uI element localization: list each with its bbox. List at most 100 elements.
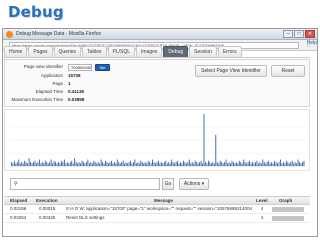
chart-bar[interactable]	[58, 162, 59, 166]
close-button[interactable]: ✕	[305, 30, 315, 38]
chart-bar[interactable]	[147, 160, 149, 166]
chart-bar[interactable]	[30, 162, 31, 166]
chart-bar[interactable]	[187, 162, 189, 166]
chart-bar[interactable]	[202, 163, 203, 166]
chart-bar[interactable]	[297, 159, 299, 167]
chart-bar[interactable]	[182, 160, 184, 166]
chart-bar[interactable]	[252, 162, 253, 166]
chart-bar[interactable]	[184, 162, 186, 166]
chart-bar[interactable]	[225, 159, 227, 167]
chart-bar[interactable]	[22, 163, 24, 166]
chart-bar[interactable]	[213, 163, 215, 166]
chart-bar[interactable]	[94, 162, 96, 166]
chart-bar[interactable]	[77, 163, 79, 166]
chart-bar[interactable]	[237, 163, 239, 166]
chart-bar[interactable]	[162, 163, 164, 166]
chart-bar[interactable]	[272, 163, 274, 166]
chart-bar[interactable]	[275, 162, 277, 166]
chart-bar[interactable]	[240, 162, 242, 166]
chart-bar[interactable]	[50, 159, 52, 167]
chart-bar[interactable]	[285, 160, 287, 166]
chart-bar[interactable]	[277, 163, 278, 166]
chart-bar[interactable]	[299, 162, 300, 166]
chart-bar[interactable]	[247, 162, 249, 166]
chart-bar[interactable]	[215, 134, 217, 166]
chart-bar[interactable]	[127, 163, 129, 166]
chart-bar[interactable]	[178, 163, 180, 166]
chart-bar[interactable]	[177, 160, 178, 166]
chart-bar[interactable]	[112, 163, 114, 166]
chart-bar[interactable]	[269, 163, 271, 166]
chart-bar[interactable]	[159, 163, 161, 166]
reset-button[interactable]: Reset	[271, 65, 305, 77]
chart-bar[interactable]	[302, 162, 303, 166]
chart-bar[interactable]	[15, 163, 17, 166]
chart-bar[interactable]	[303, 160, 305, 166]
chart-bar[interactable]	[180, 162, 181, 166]
chart-bar[interactable]	[41, 162, 43, 166]
chart-bar[interactable]	[260, 163, 262, 166]
chart-bar[interactable]	[31, 163, 33, 166]
chart-bar[interactable]	[218, 163, 220, 166]
chart-bar[interactable]	[153, 162, 155, 166]
chart-bar[interactable]	[253, 163, 255, 166]
chart-bar[interactable]	[234, 163, 236, 166]
select-page-view-button[interactable]: Select Page View Identifier	[195, 65, 267, 77]
chart-bar[interactable]	[119, 163, 121, 166]
chart-bar[interactable]	[125, 162, 127, 166]
chart-bar[interactable]	[12, 163, 14, 166]
chart-bar[interactable]	[25, 162, 27, 166]
chart-bar[interactable]	[287, 162, 289, 166]
chart-bar[interactable]	[219, 160, 221, 166]
chart-bar[interactable]	[60, 160, 62, 166]
actions-menu-button[interactable]: Actions ▾	[179, 178, 209, 190]
chart-bar[interactable]	[263, 162, 265, 166]
chart-bar[interactable]	[144, 162, 146, 166]
chart-bar[interactable]	[27, 163, 29, 166]
chart-bar[interactable]	[196, 162, 198, 166]
chart-bar[interactable]	[109, 162, 111, 166]
chart-bar[interactable]	[193, 163, 195, 166]
chart-bar[interactable]	[130, 160, 131, 166]
chart-bar[interactable]	[271, 162, 273, 166]
chart-bar[interactable]	[190, 163, 192, 166]
tab-debug[interactable]: Debug	[163, 46, 189, 57]
page-view-input[interactable]: 700892940	[68, 64, 92, 71]
tab-queries[interactable]: Queries	[53, 46, 82, 57]
chart-bar[interactable]	[21, 162, 23, 166]
chart-bar[interactable]	[222, 163, 224, 166]
chart-bar[interactable]	[75, 162, 77, 166]
chart-bar[interactable]	[69, 162, 71, 166]
chart-bar[interactable]	[257, 163, 259, 166]
chart-bar[interactable]	[116, 159, 118, 167]
chart-bar[interactable]	[49, 162, 51, 166]
chart-bar[interactable]	[194, 160, 196, 166]
chart-bar[interactable]	[11, 162, 12, 166]
set-button[interactable]: Set	[95, 64, 110, 71]
chart-bar[interactable]	[238, 160, 240, 166]
chart-bar[interactable]	[59, 163, 61, 166]
chart-bar[interactable]	[244, 162, 246, 166]
chart-bar[interactable]	[246, 163, 248, 166]
chart-bar[interactable]	[290, 162, 292, 166]
chart-bar[interactable]	[131, 163, 133, 166]
chart-bar[interactable]	[262, 159, 264, 167]
chart-bar[interactable]	[24, 160, 26, 166]
chart-bar[interactable]	[28, 158, 30, 166]
chart-bar[interactable]	[235, 162, 237, 166]
chart-bar[interactable]	[207, 160, 209, 166]
chart-bar[interactable]	[46, 162, 48, 166]
chart-bar[interactable]	[80, 163, 81, 166]
chart-bar[interactable]	[90, 162, 92, 166]
chart-bar[interactable]	[150, 163, 152, 166]
chart-bar[interactable]	[40, 163, 42, 166]
chart-bar[interactable]	[160, 162, 162, 166]
chart-bar[interactable]	[115, 163, 117, 166]
chart-bar[interactable]	[274, 160, 276, 166]
minimize-button[interactable]: –	[283, 30, 293, 38]
chart-bar[interactable]	[224, 162, 226, 166]
chart-bar[interactable]	[288, 163, 290, 166]
chart-bar[interactable]	[228, 162, 230, 166]
chart-bar[interactable]	[221, 162, 223, 166]
chart-bar[interactable]	[280, 159, 281, 167]
